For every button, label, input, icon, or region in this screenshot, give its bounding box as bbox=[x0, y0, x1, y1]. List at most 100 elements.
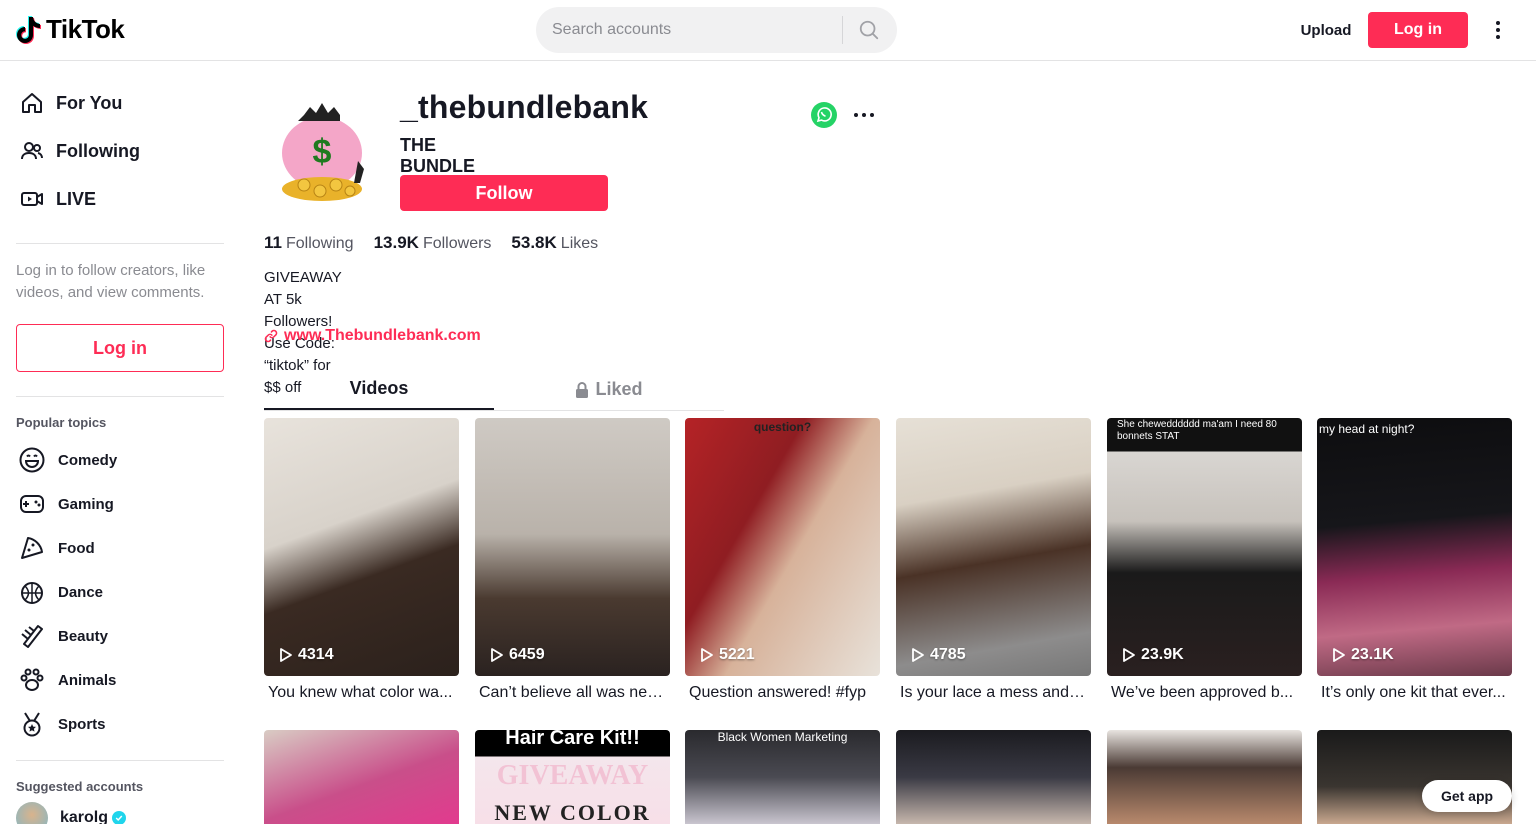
topic-sports[interactable]: Sports bbox=[16, 702, 240, 746]
tab-liked[interactable]: Liked bbox=[494, 369, 724, 410]
whatsapp-share-button[interactable] bbox=[810, 101, 838, 129]
video-card[interactable]: question? 5221 Question answered! #fyp bbox=[685, 418, 880, 702]
topic-label: Food bbox=[58, 539, 95, 557]
home-icon bbox=[20, 91, 44, 115]
users-icon bbox=[20, 139, 44, 163]
video-card[interactable]: Hair Care Kit!! GIVEAWAY NEW COLOR bbox=[475, 730, 670, 824]
video-card[interactable]: She chewedddddd ma'am I need 80 bonnets … bbox=[1107, 418, 1302, 702]
video-overlay-text: NEW COLOR bbox=[494, 800, 651, 824]
video-overlay-text: my head at night? bbox=[1319, 422, 1415, 436]
sidebar-divider bbox=[16, 243, 224, 244]
nav-following[interactable]: Following bbox=[16, 127, 240, 175]
video-thumbnail[interactable]: question? 5221 bbox=[685, 418, 880, 676]
video-thumbnail[interactable] bbox=[1107, 730, 1302, 824]
video-card[interactable] bbox=[896, 730, 1091, 824]
get-app-button[interactable]: Get app bbox=[1422, 780, 1512, 812]
sidebar: For You Following LIVE Log in to follow … bbox=[0, 61, 240, 824]
likes-stat: 53.8K Likes bbox=[511, 233, 598, 253]
video-thumbnail[interactable]: She chewedddddd ma'am I need 80 bonnets … bbox=[1107, 418, 1302, 676]
topic-label: Gaming bbox=[58, 495, 114, 513]
play-icon bbox=[491, 648, 503, 662]
topic-beauty[interactable]: Beauty bbox=[16, 614, 240, 658]
video-caption[interactable]: Is your lace a mess and ... bbox=[896, 684, 1086, 702]
profile-more-button[interactable] bbox=[852, 103, 876, 127]
video-card[interactable]: 6459 Can’t believe all was nee... bbox=[475, 418, 670, 702]
nav-live[interactable]: LIVE bbox=[16, 175, 240, 223]
nav-for-you[interactable]: For You bbox=[16, 79, 240, 127]
video-thumbnail[interactable] bbox=[896, 730, 1091, 824]
following-stat: 11 Following bbox=[264, 233, 354, 253]
video-thumbnail[interactable]: Hair Care Kit!! GIVEAWAY NEW COLOR bbox=[475, 730, 670, 824]
paw-icon bbox=[18, 666, 46, 694]
topic-gaming[interactable]: Gaming bbox=[16, 482, 240, 526]
gamepad-icon bbox=[18, 490, 46, 518]
video-card[interactable]: 4785 Is your lace a mess and ... bbox=[896, 418, 1091, 702]
verified-badge-icon bbox=[112, 811, 127, 824]
play-icon bbox=[1123, 648, 1135, 662]
popular-topics-title: Popular topics bbox=[16, 415, 107, 430]
topic-food[interactable]: Food bbox=[16, 526, 240, 570]
main-nav: For You Following LIVE bbox=[16, 79, 240, 223]
video-thumbnail[interactable]: Black Women Marketing bbox=[685, 730, 880, 824]
tab-videos[interactable]: Videos bbox=[264, 369, 494, 410]
video-caption[interactable]: Question answered! #fyp bbox=[685, 684, 875, 702]
suggested-account[interactable]: karolg bbox=[16, 802, 240, 824]
profile-link[interactable]: www.Thebundlebank.com bbox=[264, 327, 481, 345]
view-count: 4785 bbox=[910, 646, 966, 664]
logo-text: TikTok bbox=[46, 14, 125, 44]
video-overlay-text: Black Women Marketing bbox=[717, 730, 848, 744]
view-count-text: 4314 bbox=[298, 646, 334, 663]
video-card[interactable]: Black Women Marketing bbox=[685, 730, 880, 824]
video-thumbnail[interactable] bbox=[264, 730, 459, 824]
topic-animals[interactable]: Animals bbox=[16, 658, 240, 702]
tiktok-note-icon bbox=[16, 15, 41, 44]
profile-tabs: Videos Liked bbox=[264, 369, 724, 411]
following-count: 11 bbox=[264, 233, 282, 252]
tiktok-logo[interactable]: TikTok bbox=[16, 14, 125, 45]
view-count-text: 23.9K bbox=[1141, 646, 1184, 663]
view-count: 6459 bbox=[489, 646, 545, 664]
lock-icon bbox=[576, 381, 589, 398]
sidebar-login-button[interactable]: Log in bbox=[16, 324, 224, 372]
video-caption[interactable]: Can’t believe all was nee... bbox=[475, 684, 665, 702]
search-button[interactable] bbox=[843, 7, 895, 53]
login-button[interactable]: Log in bbox=[1368, 12, 1468, 48]
more-options-button[interactable] bbox=[1486, 18, 1510, 42]
topic-label: Sports bbox=[58, 715, 106, 733]
video-card[interactable]: 4314 You knew what color wa... bbox=[264, 418, 459, 702]
view-count-text: 23.1K bbox=[1351, 646, 1394, 663]
video-thumbnail[interactable]: 4314 bbox=[264, 418, 459, 676]
topic-dance[interactable]: Dance bbox=[16, 570, 240, 614]
tab-liked-label: Liked bbox=[595, 379, 643, 399]
video-caption[interactable]: We’ve been approved b... bbox=[1107, 684, 1297, 702]
link-icon bbox=[264, 329, 278, 343]
video-overlay-text: question? bbox=[753, 420, 812, 434]
play-icon bbox=[912, 648, 924, 662]
video-thumbnail[interactable]: my head at night? 23.1K bbox=[1317, 418, 1512, 676]
sidebar-divider bbox=[16, 396, 224, 397]
video-overlay-text: Hair Care Kit!! bbox=[505, 730, 640, 749]
search-input[interactable] bbox=[552, 21, 842, 39]
video-thumbnail[interactable]: 6459 bbox=[475, 418, 670, 676]
topic-label: Comedy bbox=[58, 451, 118, 469]
profile-username: _thebundlebank bbox=[400, 89, 649, 125]
video-thumbnail[interactable]: 4785 bbox=[896, 418, 1091, 676]
view-count-text: 4785 bbox=[930, 646, 966, 663]
pizza-icon bbox=[18, 534, 46, 562]
video-caption[interactable]: You knew what color wa... bbox=[264, 684, 454, 702]
upload-button[interactable]: Upload bbox=[1290, 12, 1362, 48]
video-caption[interactable]: It’s only one kit that ever... bbox=[1317, 684, 1507, 702]
play-icon bbox=[1333, 648, 1345, 662]
video-card[interactable] bbox=[1107, 730, 1302, 824]
live-camera-icon bbox=[20, 187, 44, 211]
video-card[interactable]: my head at night? 23.1K It’s only one ki… bbox=[1317, 418, 1512, 702]
follow-button[interactable]: Follow bbox=[400, 175, 608, 211]
video-card[interactable] bbox=[264, 730, 459, 824]
profile-link-text: www.Thebundlebank.com bbox=[284, 327, 481, 344]
topic-label: Dance bbox=[58, 583, 104, 601]
view-count-text: 6459 bbox=[509, 646, 545, 663]
avatar bbox=[16, 802, 48, 824]
search-icon bbox=[859, 20, 879, 40]
horizontal-dots-icon bbox=[854, 113, 874, 117]
topic-comedy[interactable]: Comedy bbox=[16, 438, 240, 482]
